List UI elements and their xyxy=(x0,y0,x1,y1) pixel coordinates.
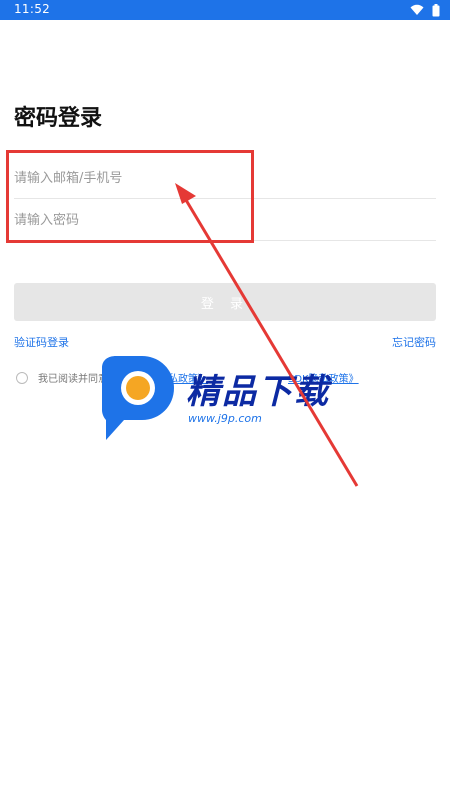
annotation-arrow-icon xyxy=(175,183,359,487)
